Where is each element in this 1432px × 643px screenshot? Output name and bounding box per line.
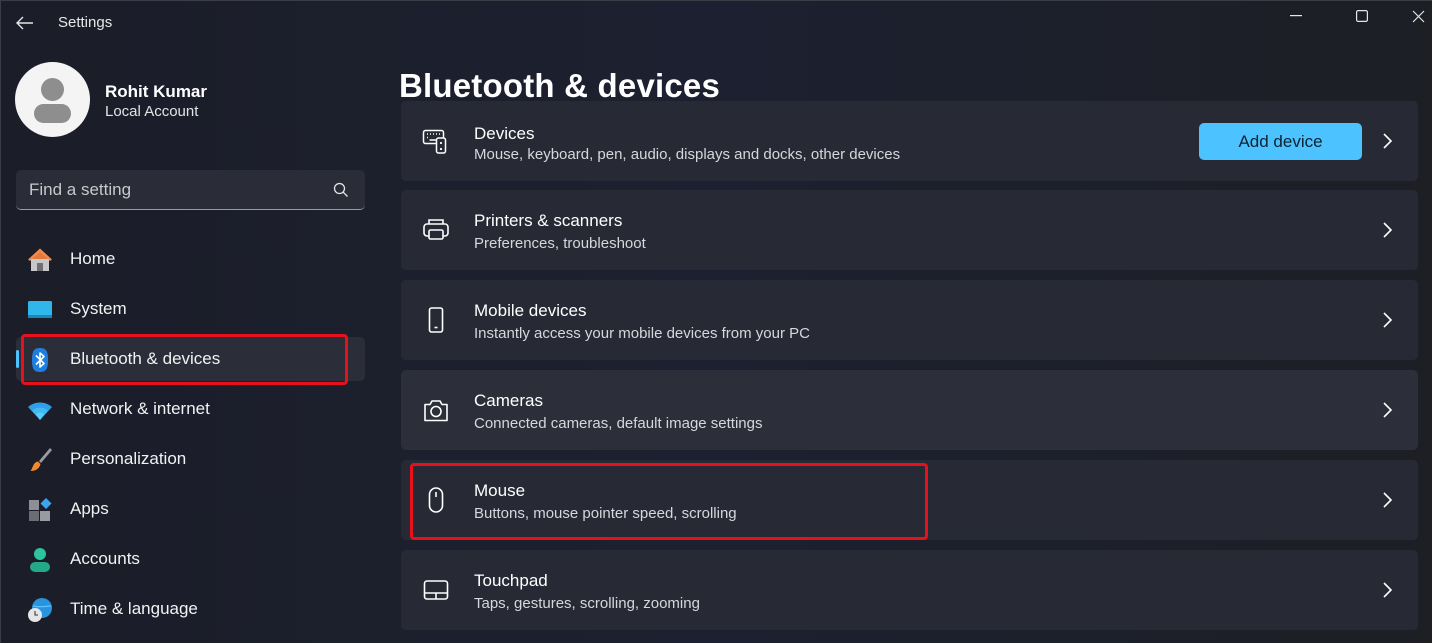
sidebar-item-bluetooth-devices[interactable]: Bluetooth & devices	[16, 337, 365, 381]
card-title: Cameras	[474, 391, 543, 410]
apps-icon	[29, 498, 52, 521]
app-title: Settings	[58, 14, 113, 31]
card-title: Mobile devices	[474, 301, 587, 320]
sidebar-item-label: Bluetooth & devices	[70, 349, 221, 368]
chevron-right-icon	[1383, 492, 1393, 508]
brush-icon	[30, 448, 52, 471]
maximize-button[interactable]	[1339, 1, 1385, 31]
card-subtitle: Preferences, troubleshoot	[474, 235, 646, 252]
camera-icon	[424, 400, 448, 422]
title-bar: Settings	[1, 1, 1432, 45]
card-touchpad[interactable]: Touchpad Taps, gestures, scrolling, zoom…	[401, 550, 1418, 630]
back-button[interactable]	[13, 11, 37, 35]
sidebar-item-label: Network & internet	[70, 399, 210, 418]
sidebar-item-system[interactable]: System	[16, 287, 365, 331]
card-subtitle: Connected cameras, default image setting…	[474, 415, 763, 432]
sidebar-item-apps[interactable]: Apps	[16, 487, 365, 531]
avatar[interactable]	[15, 62, 90, 137]
home-icon	[28, 248, 52, 271]
active-indicator	[16, 350, 19, 368]
devices-icon	[422, 129, 447, 154]
minimize-button[interactable]	[1273, 1, 1319, 31]
back-arrow-icon	[16, 16, 33, 30]
user-account-type: Local Account	[105, 103, 199, 120]
sidebar: Rohit Kumar Local Account Home	[1, 45, 381, 643]
sidebar-item-home[interactable]: Home	[16, 237, 365, 281]
maximize-icon	[1356, 10, 1368, 22]
avatar-body-shape	[34, 104, 71, 123]
sidebar-item-label: Accounts	[70, 549, 140, 568]
sidebar-item-accounts[interactable]: Accounts	[16, 537, 365, 581]
sidebar-item-label: Home	[70, 249, 116, 268]
printer-icon	[423, 219, 449, 240]
card-title: Touchpad	[474, 571, 548, 590]
globe-clock-icon	[28, 598, 52, 622]
card-title: Mouse	[474, 481, 526, 500]
chevron-right-icon	[1383, 133, 1393, 149]
search-input[interactable]	[16, 179, 316, 200]
system-icon	[28, 301, 52, 318]
search-box	[16, 170, 365, 210]
card-devices[interactable]: Devices Mouse, keyboard, pen, audio, dis…	[401, 101, 1418, 181]
mouse-icon	[428, 487, 444, 513]
card-title: Devices	[474, 124, 535, 143]
settings-window: Settings Rohit Kumar Local Account Find …	[1, 1, 1432, 643]
card-printers-scanners[interactable]: Printers & scanners Preferences, trouble…	[401, 190, 1418, 270]
chevron-right-icon	[1383, 312, 1393, 328]
card-subtitle: Buttons, mouse pointer speed, scrolling	[474, 505, 737, 522]
card-cameras[interactable]: Cameras Connected cameras, default image…	[401, 370, 1418, 450]
phone-icon	[428, 307, 444, 333]
sidebar-item-label: Personalization	[70, 449, 187, 468]
touchpad-icon	[423, 580, 449, 600]
chevron-right-icon	[1383, 402, 1393, 418]
sidebar-item-label: Time & language	[70, 599, 198, 618]
sidebar-nav: Home System Bluetooth & devices Network …	[16, 237, 365, 637]
account-icon	[30, 548, 50, 572]
close-icon	[1412, 10, 1424, 22]
avatar-head-shape	[41, 78, 64, 101]
card-subtitle: Mouse, keyboard, pen, audio, displays an…	[474, 146, 901, 163]
chevron-right-icon	[1383, 582, 1393, 598]
card-mobile-devices[interactable]: Mobile devices Instantly access your mob…	[401, 280, 1418, 360]
user-name: Rohit Kumar	[105, 82, 207, 101]
page-title: Bluetooth & devices	[399, 67, 721, 104]
sidebar-item-label: Apps	[70, 499, 109, 518]
card-title: Printers & scanners	[474, 211, 623, 230]
bluetooth-icon	[32, 348, 48, 372]
sidebar-item-label: System	[70, 299, 127, 318]
card-subtitle: Taps, gestures, scrolling, zooming	[474, 595, 700, 612]
add-device-button[interactable]: Add device	[1199, 123, 1362, 160]
sidebar-item-personalization[interactable]: Personalization	[16, 437, 365, 481]
close-button[interactable]	[1395, 1, 1432, 31]
card-mouse[interactable]: Mouse Buttons, mouse pointer speed, scro…	[401, 460, 1418, 540]
minimize-icon	[1290, 15, 1302, 17]
chevron-right-icon	[1383, 222, 1393, 238]
sidebar-item-network[interactable]: Network & internet	[16, 387, 365, 431]
sidebar-item-time-language[interactable]: Time & language	[16, 587, 365, 631]
search-icon[interactable]	[333, 182, 349, 198]
card-subtitle: Instantly access your mobile devices fro…	[474, 325, 810, 342]
wifi-icon	[28, 402, 52, 420]
